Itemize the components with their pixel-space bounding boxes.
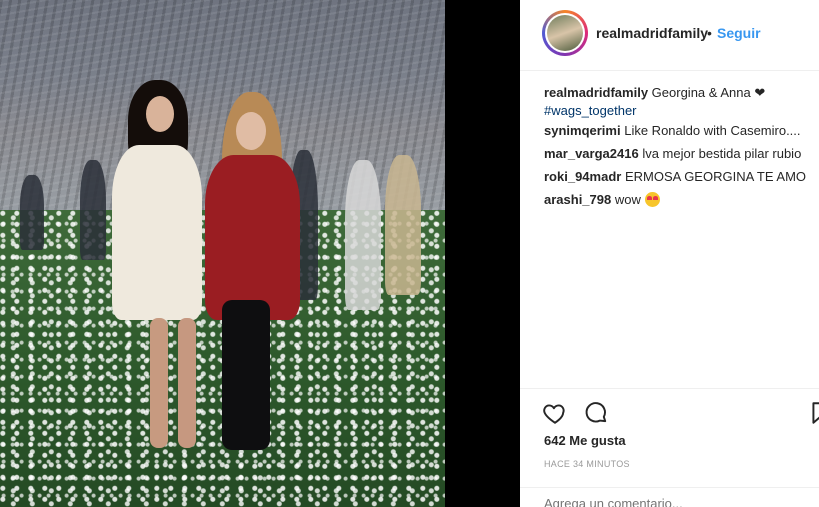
heart-icon[interactable]: [542, 400, 568, 426]
comment-item: synimqerimi Like Ronaldo with Casemiro..…: [544, 122, 819, 140]
header-username[interactable]: realmadridfamily: [596, 25, 708, 41]
comment-text: ERMOSA GEORGINA TE AMO: [624, 169, 807, 184]
comment-icon[interactable]: [583, 400, 609, 426]
comment-text: lva mejor bestida pilar rubio: [642, 146, 802, 161]
woman-face: [146, 96, 174, 132]
comment-item: arashi_798 wow: [544, 191, 819, 209]
add-comment-input[interactable]: [544, 496, 804, 507]
comment-username[interactable]: mar_varga2416: [544, 146, 639, 161]
comment-item: roki_94madr ERMOSA GEORGINA TE AMO: [544, 168, 819, 186]
avatar-image: [547, 15, 583, 51]
comments-list: realmadridfamily Georgina & Anna ❤ #wags…: [544, 84, 819, 214]
woman-leg: [178, 318, 196, 448]
avatar-inner: [545, 13, 585, 53]
comment-text: Like Ronaldo with Casemiro....: [624, 123, 801, 138]
heart-eyes-emoji-icon: [644, 192, 660, 207]
background-person: [345, 160, 381, 310]
woman-red-blazer: [205, 155, 300, 320]
background-person: [20, 175, 44, 250]
comment-item: mar_varga2416 lva mejor bestida pilar ru…: [544, 145, 819, 163]
comment-text: wow: [614, 192, 641, 207]
caption: realmadridfamily Georgina & Anna ❤ #wags…: [544, 84, 819, 120]
hashtag-link[interactable]: #wags_together: [544, 102, 819, 120]
likes-count[interactable]: 642 Me gusta: [544, 433, 626, 448]
add-comment-bar: [520, 487, 819, 507]
background-person: [80, 160, 106, 260]
woman-black-pants: [222, 300, 270, 450]
avatar[interactable]: [542, 10, 588, 56]
post-photo[interactable]: [0, 0, 445, 507]
post-actions: 642 Me gusta HACE 34 MINUTOS: [520, 388, 819, 507]
post-sidebar: realmadridfamily • Seguir realmadridfami…: [520, 0, 819, 507]
black-gap: [445, 0, 520, 507]
comment-username[interactable]: arashi_798: [544, 192, 611, 207]
background-person: [385, 155, 421, 295]
post-header: realmadridfamily • Seguir: [520, 0, 819, 71]
caption-username[interactable]: realmadridfamily: [544, 85, 648, 100]
woman-face: [236, 112, 266, 150]
comment-username[interactable]: synimqerimi: [544, 123, 621, 138]
caption-text: Georgina & Anna: [651, 85, 751, 100]
bookmark-icon[interactable]: [808, 400, 819, 426]
woman-white-dress: [112, 145, 202, 320]
post-timestamp: HACE 34 MINUTOS: [544, 459, 630, 469]
heart-emoji-icon: ❤: [754, 85, 766, 100]
follow-button[interactable]: Seguir: [717, 25, 761, 41]
separator-dot: •: [707, 25, 712, 41]
woman-leg: [150, 318, 168, 448]
comment-username[interactable]: roki_94madr: [544, 169, 621, 184]
